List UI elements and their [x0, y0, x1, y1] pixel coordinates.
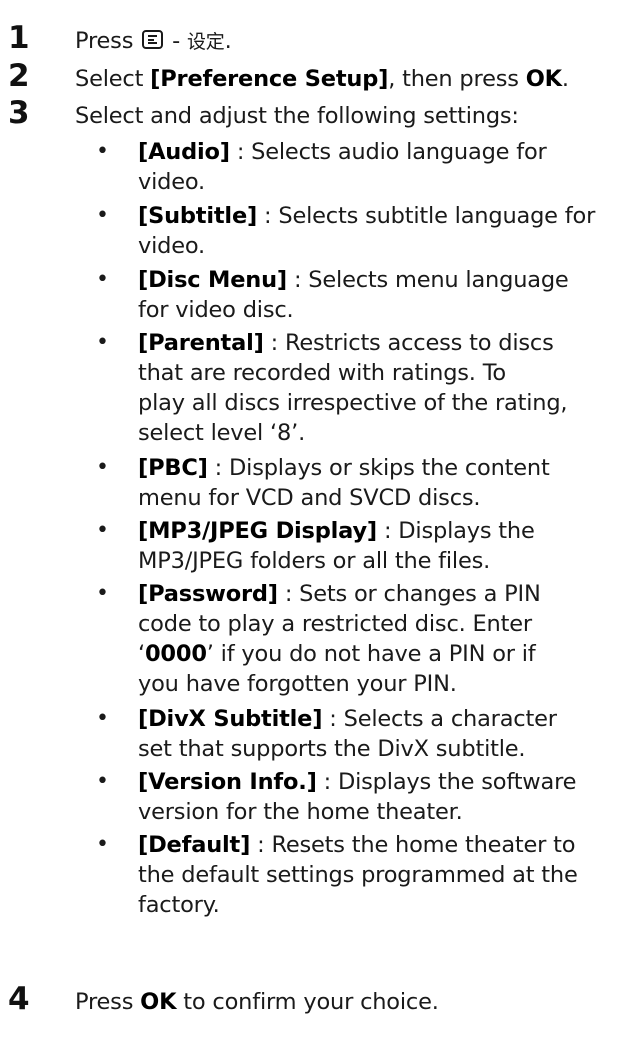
bullet-icon: •: [96, 581, 109, 606]
bullet-icon: •: [96, 267, 109, 292]
step-text-pre: Press: [75, 989, 141, 1015]
list-item-text: [Audio] : Selects audio language for vide…: [138, 137, 638, 197]
setting-label: [Default]: [138, 832, 251, 858]
bullet-icon: •: [96, 832, 109, 857]
setting-label: [Subtitle]: [138, 203, 258, 229]
manual-page: 1 Press - 设定. 2 Select [Preference Setup…: [0, 0, 643, 1046]
setting-label: [Version Info.]: [138, 769, 317, 795]
bullet-icon: •: [96, 139, 109, 164]
setting-label: [Password]: [138, 581, 278, 607]
setting-desc-cont: factory.: [138, 892, 220, 918]
setting-desc-cont: play all discs irrespective of the ratin…: [138, 390, 568, 416]
setting-label: [Audio]: [138, 139, 230, 165]
bullet-icon: •: [96, 455, 109, 480]
step-text-pre: Select: [75, 66, 151, 92]
setting-desc: : Sets or changes a PIN: [277, 581, 541, 607]
setting-label: [MP3/JPEG Display]: [138, 518, 378, 544]
setting-label: [PBC]: [138, 455, 208, 481]
setting-desc-cont: set that supports the DivX subtitle.: [138, 736, 526, 762]
setting-desc-cont: you have forgotten your PIN.: [138, 671, 457, 697]
setting-desc-quote: ‘: [138, 641, 145, 667]
setting-label: [Parental]: [138, 330, 264, 356]
step-text-bold: OK: [140, 989, 177, 1015]
setting-desc-cont: ’ if you do not have a PIN or if: [206, 641, 536, 667]
setting-desc-cont: that are recorded with ratings. To: [138, 360, 506, 386]
step-number: 3: [8, 95, 30, 131]
step-text-dash: -: [165, 28, 187, 54]
step-text-post: to confirm your choice.: [176, 989, 439, 1015]
setting-desc: : Displays the software: [316, 769, 577, 795]
list-item-text: [PBC] : Displays or skips the content men…: [138, 453, 638, 513]
menu-icon: [142, 30, 164, 49]
setting-desc-cont: menu for VCD and SVCD discs.: [138, 485, 481, 511]
setting-desc-code: 0000: [144, 641, 207, 667]
step-text: Select and adjust the following settings…: [75, 103, 519, 129]
setting-desc: : Displays or skips the content: [207, 455, 550, 481]
bullet-icon: •: [96, 330, 109, 355]
bullet-icon: •: [96, 518, 109, 543]
step-text-mid: , then press: [388, 66, 526, 92]
setting-desc: : Selects menu language: [287, 267, 569, 293]
setting-label: [DivX Subtitle]: [138, 706, 323, 732]
list-item-text: [Disc Menu] : Selects menu language for v…: [138, 265, 638, 325]
step-text-cjk: 设定: [187, 31, 225, 53]
setting-desc-cont: version for the home theater.: [138, 799, 463, 825]
step-text-bold: [Preference Setup]: [150, 66, 389, 92]
step-number: 2: [8, 58, 30, 94]
bullet-icon: •: [96, 203, 109, 228]
setting-desc-cont: video.: [138, 233, 206, 259]
list-item-text: [DivX Subtitle] : Selects a character set…: [138, 704, 638, 764]
setting-desc-cont: MP3/JPEG folders or all the files.: [138, 548, 491, 574]
step-number: 1: [8, 20, 30, 56]
step-text: Press OK to confirm your choice.: [75, 987, 635, 1017]
setting-desc-cont: video.: [138, 169, 206, 195]
step-number: 4: [8, 981, 30, 1017]
step-text-post: .: [561, 66, 569, 92]
step-text-post: .: [224, 28, 232, 54]
list-item-text: [Version Info.] : Displays the software v…: [138, 767, 638, 827]
step-text-bold: OK: [525, 66, 562, 92]
list-item-text: [Default] : Resets the home theater to th…: [138, 830, 638, 920]
step-text-pre: Press: [75, 28, 134, 54]
setting-desc: : Resets the home theater to: [250, 832, 576, 858]
list-item-text: [Subtitle] : Selects subtitle language f…: [138, 201, 638, 261]
setting-label: [Disc Menu]: [138, 267, 288, 293]
bullet-icon: •: [96, 706, 109, 731]
setting-desc: : Selects audio language for: [229, 139, 547, 165]
bullet-icon: •: [96, 769, 109, 794]
list-item-text: [MP3/JPEG Display] : Displays the MP3/JPE…: [138, 516, 638, 576]
setting-desc: : Restricts access to discs: [263, 330, 554, 356]
setting-desc-cont: for video disc.: [138, 297, 294, 323]
setting-desc: : Selects a character: [322, 706, 557, 732]
setting-desc-cont: select level ‘8’.: [138, 420, 306, 446]
setting-desc-cont: the default settings programmed at the: [138, 862, 578, 888]
list-item-text: [Password] : Sets or changes a PIN code t…: [138, 579, 638, 699]
setting-desc-cont: code to play a restricted disc. Enter: [138, 611, 532, 637]
setting-desc: : Selects subtitle language for: [257, 203, 596, 229]
list-item-text: [Parental] : Restricts access to discs th…: [138, 328, 638, 448]
step-text: Press - 设定.: [75, 26, 635, 57]
step-text: Select [Preference Setup], then press OK…: [75, 64, 635, 94]
setting-desc: : Displays the: [377, 518, 535, 544]
